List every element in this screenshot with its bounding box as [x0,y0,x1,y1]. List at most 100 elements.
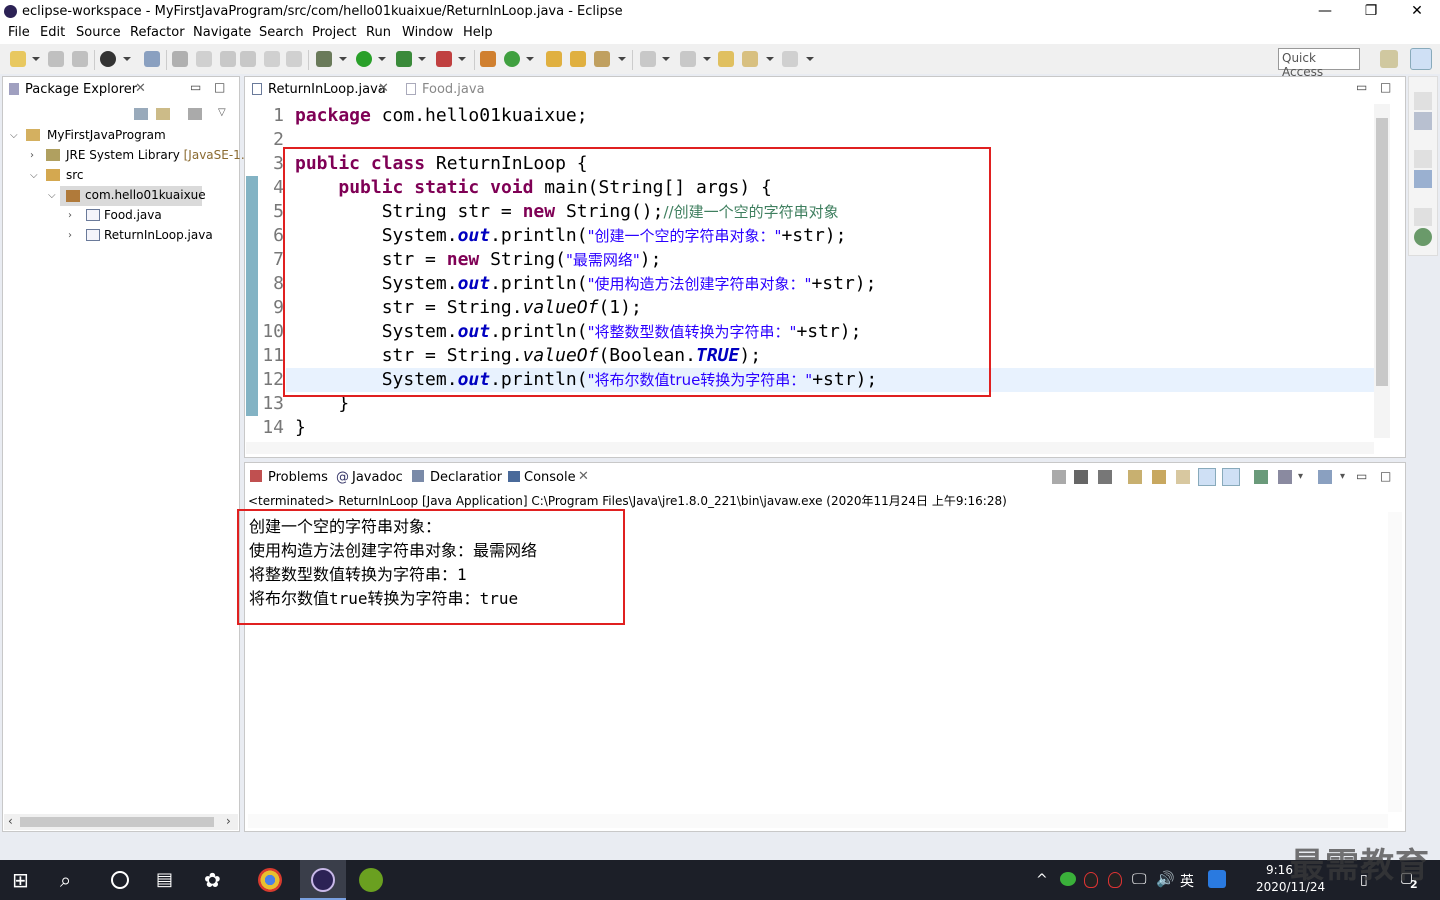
chevron-right-icon[interactable]: › [68,230,72,241]
menu-project[interactable]: Project [312,25,356,40]
clock-time[interactable]: 9:16 [1266,863,1293,877]
close-button[interactable]: ✕ [1394,0,1440,24]
doc-icon[interactable] [264,51,280,67]
git-icon[interactable] [1414,228,1432,246]
outline-icon[interactable] [1414,170,1432,188]
chevron-down-icon[interactable] [339,57,347,61]
doc2-icon[interactable] [286,51,302,67]
chevron-down-icon[interactable]: ▽ [218,107,226,118]
terminate-icon[interactable] [1052,470,1066,484]
menu-help[interactable]: Help [463,25,493,40]
run-icon[interactable] [356,51,372,67]
show-stdout-icon[interactable] [1198,468,1216,486]
scroll-left-icon[interactable]: ‹ [8,814,13,828]
tree-item-package[interactable]: com.hello01kuaixue [85,188,206,202]
chevron-down-icon[interactable]: ▾ [1298,471,1303,482]
prev-annotation-icon[interactable] [680,51,696,67]
minimize-button[interactable]: — [1302,0,1348,24]
new-icon[interactable] [10,51,26,67]
menu-search[interactable]: Search [259,25,304,40]
maximize-view-icon[interactable]: □ [1380,469,1391,483]
scroll-right-icon[interactable]: › [226,814,231,828]
task-view-icon[interactable]: ▤ [156,868,180,892]
skip-breakpoints-icon[interactable] [144,51,160,67]
view-menu-icon[interactable] [188,108,202,120]
editor-horizontal-scrollbar[interactable] [246,442,1374,454]
tree-item-src[interactable]: src [66,168,84,182]
qq-icon[interactable] [1084,872,1098,888]
tab-javadoc[interactable]: Javadoc [352,470,403,485]
scrollbar-thumb[interactable] [1376,118,1388,386]
tree-item-returninloop-java[interactable]: ReturnInLoop.java [104,228,213,242]
chrome-icon[interactable] [258,868,282,892]
chevron-down-icon[interactable] [703,57,711,61]
maximize-view-icon[interactable]: □ [1380,80,1391,94]
word-wrap-icon[interactable] [1176,470,1190,484]
chevron-down-icon[interactable] [526,57,534,61]
open-type-icon[interactable] [546,51,562,67]
open-console-icon[interactable] [1318,470,1332,484]
horizontal-scrollbar[interactable]: ‹ › [4,814,238,830]
open-perspective-icon[interactable] [1380,50,1398,68]
tab-problems[interactable]: Problems [268,470,328,485]
minimize-view-icon[interactable]: ▭ [190,80,201,94]
chevron-down-icon[interactable] [766,57,774,61]
search-icon[interactable]: ⌕ [60,868,84,892]
remove-all-icon[interactable] [1098,470,1112,484]
chevron-down-icon[interactable] [662,57,670,61]
tab-food[interactable]: Food.java [400,78,500,100]
chevron-up-icon[interactable]: ^ [1036,872,1048,888]
volume-icon[interactable]: 🔊 [1156,870,1175,888]
restore-icon[interactable] [1414,208,1432,226]
console-horizontal-scrollbar[interactable] [248,814,1388,828]
chevron-down-icon[interactable] [32,57,40,61]
scroll-lock-icon[interactable] [1152,470,1166,484]
package-explorer-tab[interactable]: Package Explorer ✕ [3,77,153,101]
chevron-down-icon[interactable] [618,57,626,61]
restore-button[interactable]: ❐ [1348,0,1394,24]
save-all-icon[interactable] [72,51,88,67]
coverage-icon[interactable] [396,51,412,67]
close-icon[interactable]: ✕ [378,81,389,96]
display-console-icon[interactable] [1278,470,1292,484]
tab-returninloop[interactable]: ReturnInLoop.java ✕ [246,78,396,100]
whitespace-icon[interactable] [240,51,256,67]
open-task-icon[interactable] [570,51,586,67]
wechat-icon[interactable] [1060,872,1076,886]
chevron-down-icon[interactable] [458,57,466,61]
chevron-down-icon[interactable]: ⌵ [10,130,18,141]
ime-indicator[interactable]: 英 [1180,871,1194,891]
menu-edit[interactable]: Edit [40,25,65,40]
tree-item-project[interactable]: MyFirstJavaProgram [47,128,166,142]
new-class-icon[interactable] [504,51,520,67]
show-stderr-icon[interactable] [1222,468,1240,486]
tab-console[interactable]: Console ✕ [502,465,598,489]
chevron-right-icon[interactable]: › [68,210,72,221]
minimize-view-icon[interactable]: ▭ [1356,80,1367,94]
link-with-editor-icon[interactable] [156,108,170,120]
close-icon[interactable]: ✕ [578,469,589,484]
scrollbar-thumb[interactable] [20,817,214,827]
menu-refactor[interactable]: Refactor [130,25,185,40]
menu-window[interactable]: Window [402,25,453,40]
menu-run[interactable]: Run [366,25,391,40]
windows-start-icon[interactable]: ⊞ [12,868,36,892]
clear-console-icon[interactable] [1128,470,1142,484]
pen-icon[interactable] [196,51,212,67]
mark-occurrences-icon[interactable] [172,51,188,67]
profile-icon[interactable] [100,51,116,67]
minimize-view-icon[interactable]: ▭ [1356,469,1367,483]
search-icon[interactable] [594,51,610,67]
external-tools-icon[interactable] [436,51,452,67]
chevron-down-icon[interactable]: ⌵ [48,190,56,201]
forward-icon[interactable] [782,51,798,67]
quick-access-input[interactable]: Quick Access [1278,48,1360,79]
chevron-down-icon[interactable] [418,57,426,61]
debug-icon[interactable] [316,51,332,67]
save-icon[interactable] [48,51,64,67]
menu-navigate[interactable]: Navigate [193,25,251,40]
chevron-right-icon[interactable]: › [30,150,34,161]
app-icon[interactable]: ✿ [204,868,228,892]
restore-icon[interactable] [1414,150,1432,168]
tree-item-food-java[interactable]: Food.java [104,208,162,222]
